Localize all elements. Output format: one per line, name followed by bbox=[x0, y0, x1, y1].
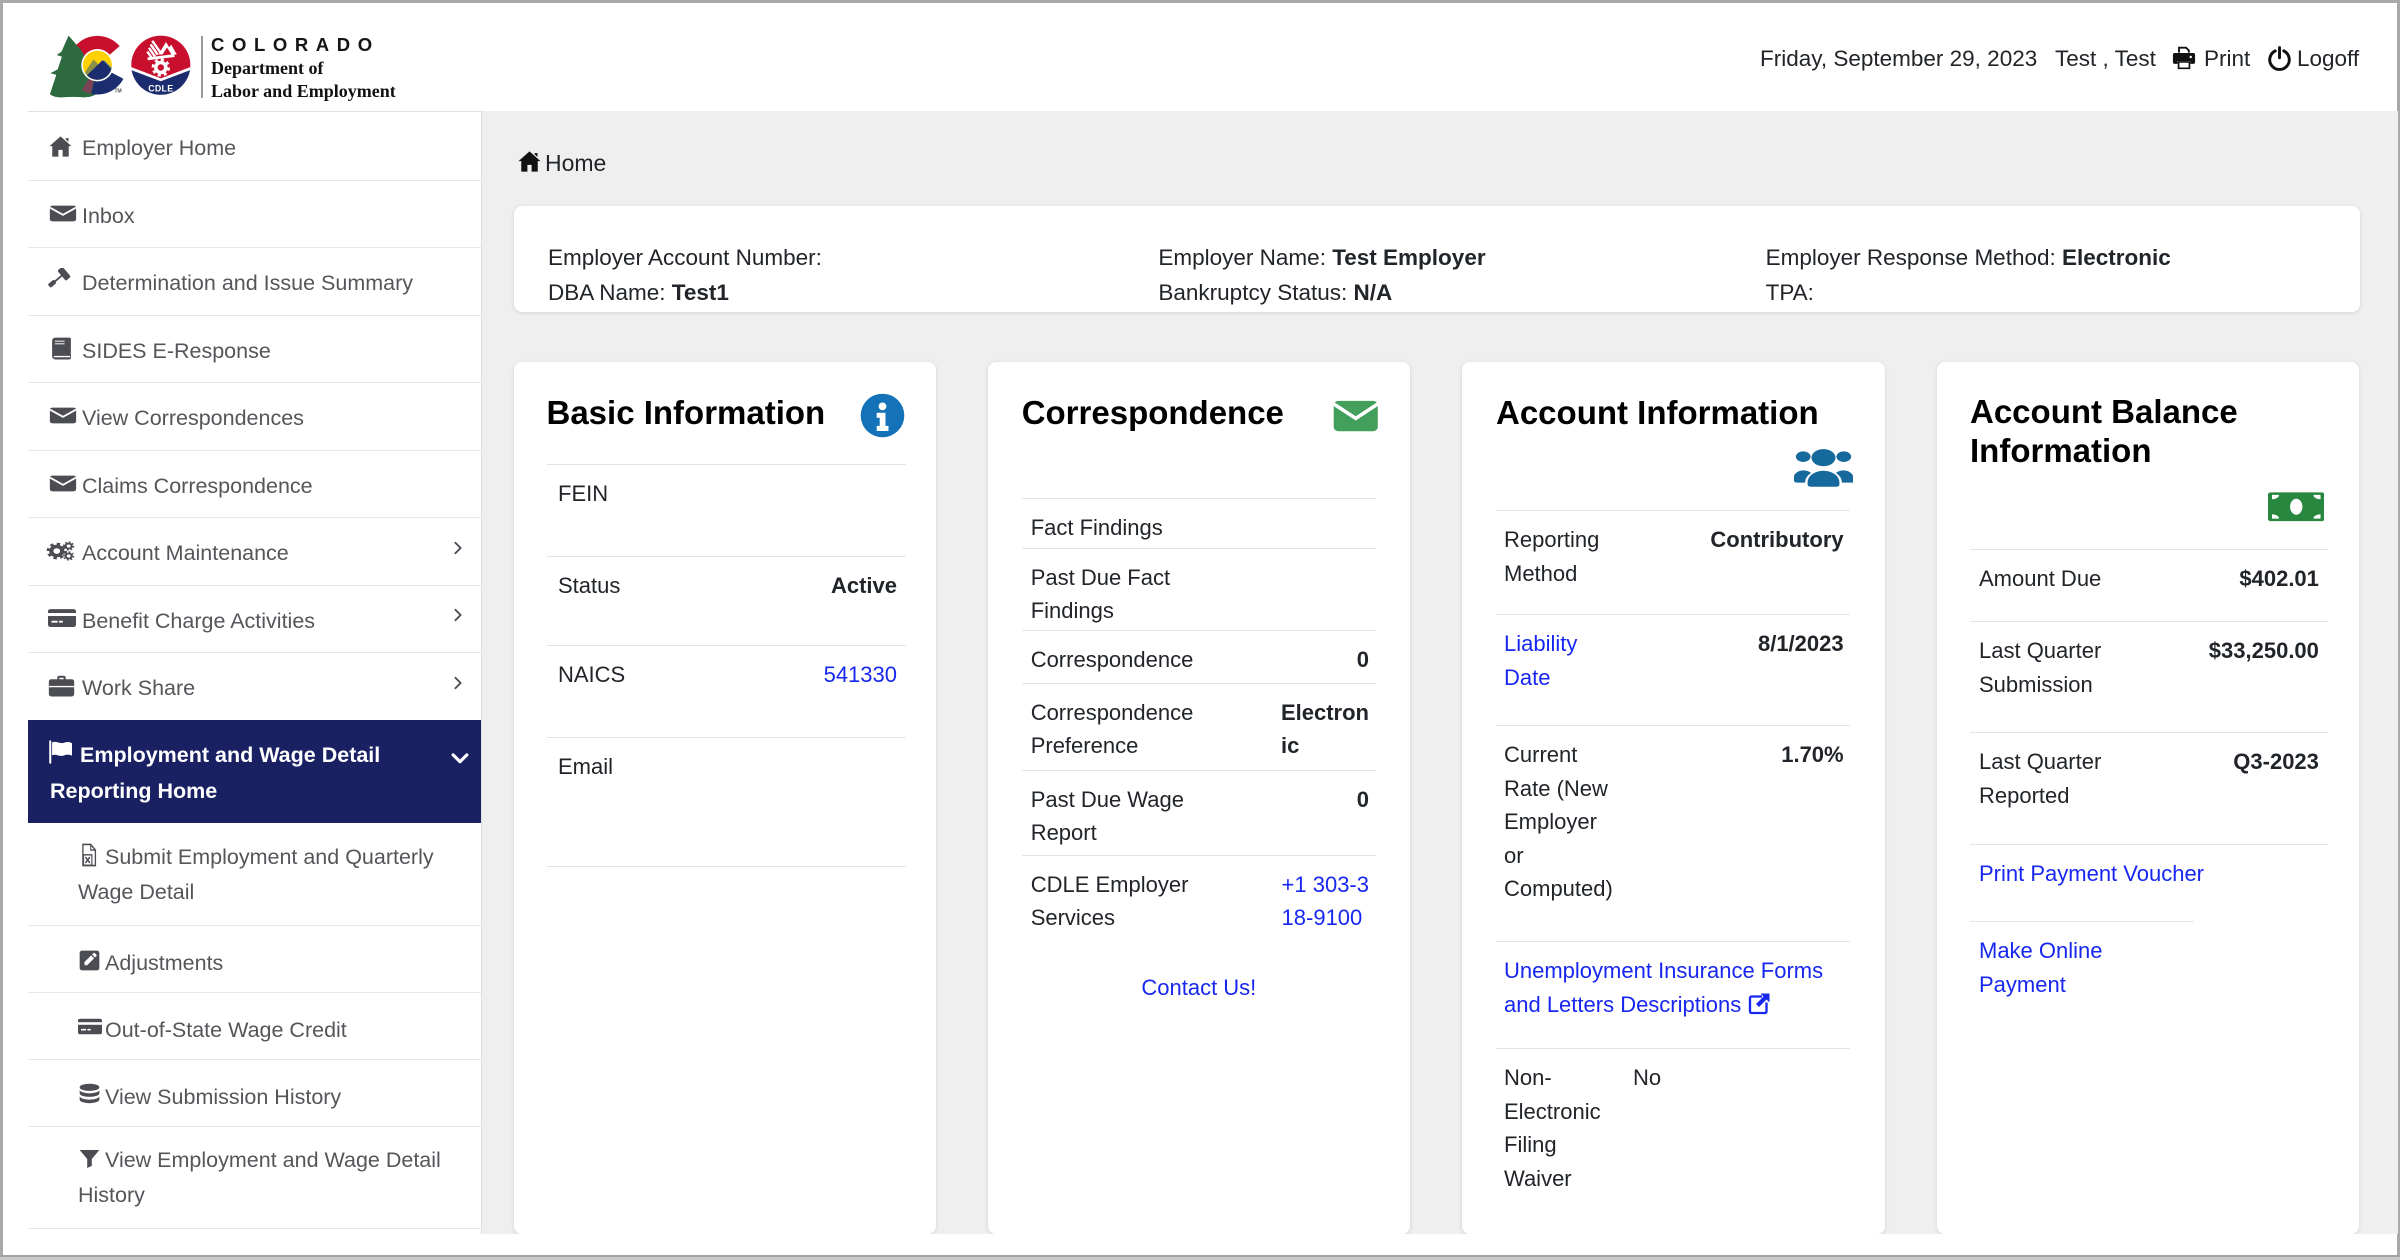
svg-text:CDLE: CDLE bbox=[148, 84, 173, 94]
svg-text:TM: TM bbox=[115, 89, 122, 95]
